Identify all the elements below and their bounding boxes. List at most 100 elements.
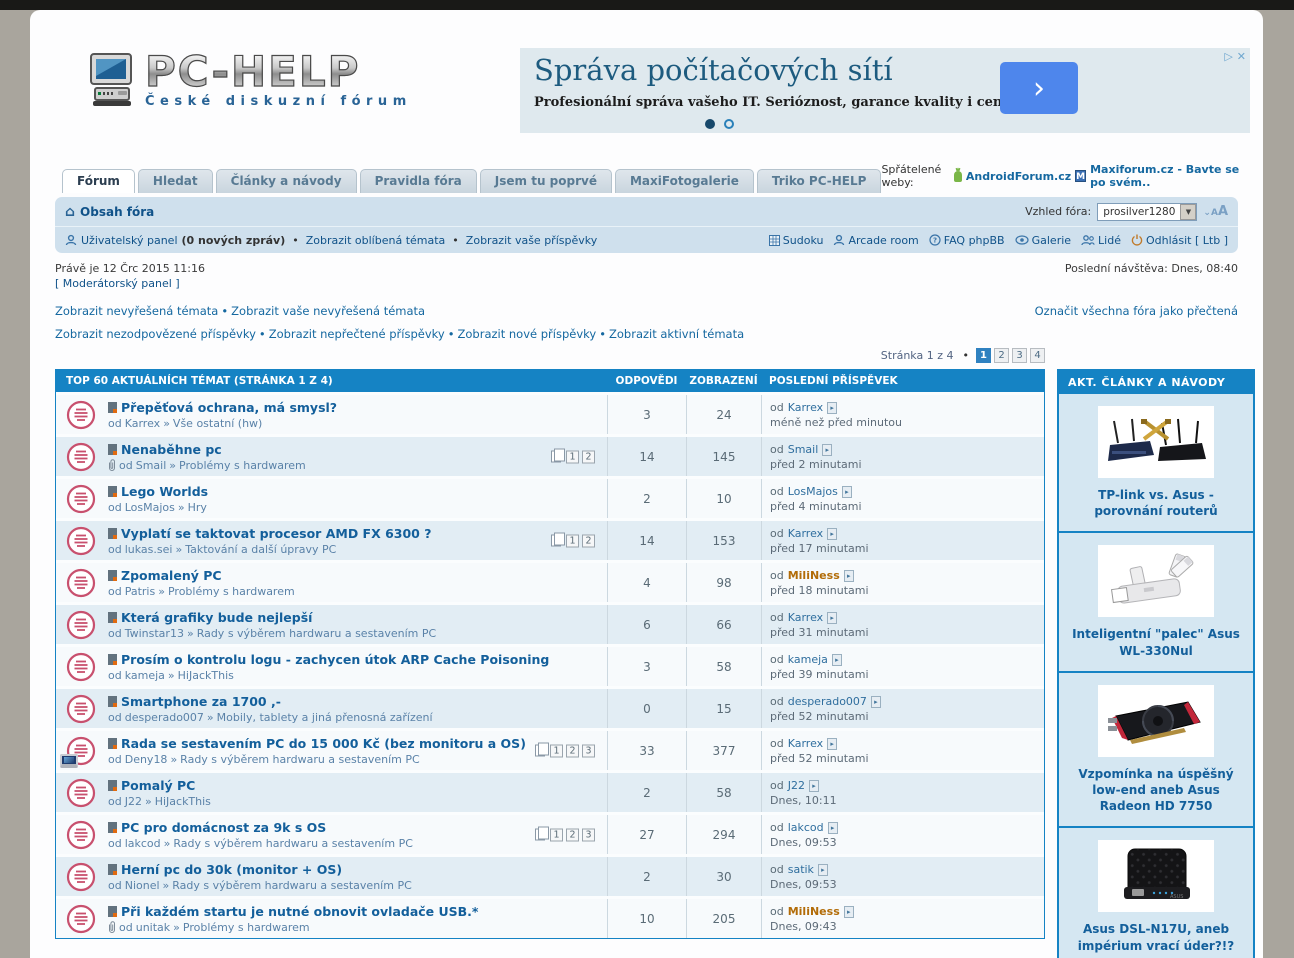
- page-number-link[interactable]: 2: [994, 348, 1009, 363]
- goto-last-post-icon[interactable]: ▸: [842, 486, 852, 498]
- nav-tab[interactable]: Jsem tu poprvé: [480, 169, 612, 193]
- topic-author-link[interactable]: lakcod: [125, 837, 161, 850]
- usb-adapter-image[interactable]: [1098, 545, 1214, 617]
- breadcrumb-home-link[interactable]: Obsah fóra: [80, 205, 154, 219]
- last-post-user-link[interactable]: J22: [788, 779, 805, 792]
- goto-last-post-icon[interactable]: ▸: [827, 402, 837, 414]
- ad-carousel-dots[interactable]: [705, 119, 734, 129]
- own-posts-link[interactable]: Zobrazit vaše příspěvky: [466, 234, 597, 247]
- page-number-link[interactable]: 2: [566, 828, 579, 841]
- page-number-link[interactable]: 3: [1012, 348, 1027, 363]
- faq-link[interactable]: FAQ phpBB: [944, 234, 1005, 247]
- quick-link[interactable]: Zobrazit nezodpovězené příspěvky: [55, 327, 256, 341]
- topic-category-link[interactable]: Taktování a další úpravy PC: [185, 543, 336, 556]
- quick-link[interactable]: Zobrazit nevyřešená témata: [55, 304, 218, 318]
- sidebar-article-link[interactable]: Inteligentní "palec" Asus WL-330Nul: [1067, 626, 1245, 658]
- goto-last-post-icon[interactable]: ▸: [844, 570, 854, 582]
- sudoku-link[interactable]: Sudoku: [783, 234, 824, 247]
- topic-category-link[interactable]: Rady s výběrem hardwaru a sestavením PC: [197, 627, 437, 640]
- page-number-link[interactable]: 1: [566, 534, 579, 547]
- latest-post-page-icon[interactable]: [108, 780, 117, 791]
- androidforum-link[interactable]: AndroidForum.cz: [966, 170, 1071, 183]
- topic-category-link[interactable]: Hry: [188, 501, 207, 514]
- quick-link[interactable]: Zobrazit aktivní témata: [609, 327, 744, 341]
- latest-post-page-icon[interactable]: [108, 528, 117, 539]
- page-number-link[interactable]: 4: [1030, 348, 1045, 363]
- last-post-user-link[interactable]: Smail: [788, 443, 819, 456]
- sidebar-article-link[interactable]: Asus DSL-N17U, aneb impérium vrací úder?…: [1067, 921, 1245, 953]
- goto-last-post-icon[interactable]: ▸: [827, 612, 837, 624]
- last-post-user-link[interactable]: MiliNess: [788, 905, 840, 918]
- last-post-user-link[interactable]: Karrex: [788, 737, 823, 750]
- page-number-link[interactable]: 3: [582, 744, 595, 757]
- goto-last-post-icon[interactable]: ▸: [822, 444, 832, 456]
- topic-category-link[interactable]: HiJackThis: [155, 795, 211, 808]
- topic-title-link[interactable]: Vyplatí se taktovat procesor AMD FX 6300…: [121, 526, 431, 541]
- last-post-user-link[interactable]: satik: [788, 863, 814, 876]
- goto-last-post-icon[interactable]: ▸: [871, 696, 881, 708]
- topic-title-link[interactable]: Při každém startu je nutné obnovit ovlad…: [121, 904, 478, 919]
- topic-category-link[interactable]: Vše ostatní (hw): [173, 417, 262, 430]
- ad-close-icon[interactable]: ✕: [1237, 50, 1246, 63]
- topic-title-link[interactable]: Lego Worlds: [121, 484, 208, 499]
- page-number-link[interactable]: 1: [976, 348, 991, 363]
- last-post-user-link[interactable]: Karrex: [788, 611, 823, 624]
- goto-last-post-icon[interactable]: ▸: [827, 528, 837, 540]
- site-logo[interactable]: PC-HELP České diskuzní fórum: [85, 52, 412, 109]
- page-number-link[interactable]: 2: [582, 450, 595, 463]
- style-select[interactable]: prosilver1280 ▼: [1097, 203, 1197, 221]
- members-link[interactable]: Lidé: [1098, 234, 1121, 247]
- topic-author-link[interactable]: Karrex: [125, 417, 160, 430]
- logout-link[interactable]: Odhlásit [ Ltb ]: [1146, 234, 1228, 247]
- topic-author-link[interactable]: Twinstar13: [125, 627, 184, 640]
- topic-author-link[interactable]: Smail: [136, 459, 167, 472]
- last-post-user-link[interactable]: LosMajos: [788, 485, 838, 498]
- ad-banner[interactable]: Správa počítačových sítí Profesionální s…: [520, 48, 1250, 133]
- last-post-user-link[interactable]: Karrex: [788, 527, 823, 540]
- topic-author-link[interactable]: desperado007: [125, 711, 204, 724]
- topic-title-link[interactable]: Smartphone za 1700 ,-: [121, 694, 281, 709]
- goto-last-post-icon[interactable]: ▸: [827, 738, 837, 750]
- topic-author-link[interactable]: lukas.sei: [125, 543, 173, 556]
- nav-tab[interactable]: Pravidla fóra: [360, 169, 477, 193]
- topic-category-link[interactable]: Rady s výběrem hardwaru a sestavením PC: [172, 879, 412, 892]
- last-post-user-link[interactable]: MiliNess: [788, 569, 840, 582]
- nav-tab[interactable]: Hledat: [138, 169, 213, 193]
- latest-post-page-icon[interactable]: [108, 654, 117, 665]
- nav-tab[interactable]: Fórum: [62, 169, 135, 193]
- topic-title-link[interactable]: Zpomalený PC: [121, 568, 222, 583]
- latest-post-page-icon[interactable]: [108, 444, 117, 455]
- graphics-card-image[interactable]: [1098, 685, 1214, 757]
- font-size-control[interactable]: ⌄AA: [1203, 204, 1228, 219]
- latest-post-page-icon[interactable]: [108, 486, 117, 497]
- topic-title-link[interactable]: Prosím o kontrolu logu - zachycen útok A…: [121, 652, 549, 667]
- latest-post-page-icon[interactable]: [108, 570, 117, 581]
- topic-title-link[interactable]: Která grafiky bude nejlepší: [121, 610, 312, 625]
- topic-category-link[interactable]: Problémy s hardwarem: [168, 585, 295, 598]
- page-number-link[interactable]: 1: [550, 744, 563, 757]
- sidebar-article-link[interactable]: TP-link vs. Asus - porovnání routerů: [1067, 487, 1245, 519]
- quick-link[interactable]: Zobrazit vaše nevyřešená témata: [231, 304, 425, 318]
- page-number-link[interactable]: 2: [582, 534, 595, 547]
- last-post-user-link[interactable]: Karrex: [788, 401, 823, 414]
- topic-author-link[interactable]: LosMajos: [125, 501, 175, 514]
- latest-post-page-icon[interactable]: [108, 822, 117, 833]
- page-number-link[interactable]: 1: [550, 828, 563, 841]
- quick-link[interactable]: Zobrazit nové příspěvky: [458, 327, 597, 341]
- latest-post-page-icon[interactable]: [108, 612, 117, 623]
- topic-author-link[interactable]: unitak: [136, 921, 170, 934]
- nav-tab[interactable]: Články a návody: [216, 169, 357, 193]
- arcade-room-link[interactable]: Arcade room: [848, 234, 918, 247]
- goto-last-post-icon[interactable]: ▸: [818, 864, 828, 876]
- page-number-link[interactable]: 1: [566, 450, 579, 463]
- adchoices-icon[interactable]: ▷: [1224, 50, 1232, 63]
- moderator-panel-link[interactable]: [ Moderátorský panel ]: [55, 277, 180, 290]
- quick-link[interactable]: Zobrazit nepřečtené příspěvky: [269, 327, 445, 341]
- nav-tab[interactable]: Triko PC-HELP: [757, 169, 882, 193]
- goto-last-post-icon[interactable]: ▸: [828, 822, 838, 834]
- topic-title-link[interactable]: Přepěťová ochrana, má smysl?: [121, 400, 337, 415]
- gallery-link[interactable]: Galerie: [1032, 234, 1071, 247]
- topic-category-link[interactable]: Mobily, tablety a jiná přenosná zařízení: [217, 711, 433, 724]
- sidebar-article-link[interactable]: Vzpomínka na úspěšný low-end aneb Asus R…: [1067, 766, 1245, 815]
- topic-title-link[interactable]: Nenaběhne pc: [121, 442, 222, 457]
